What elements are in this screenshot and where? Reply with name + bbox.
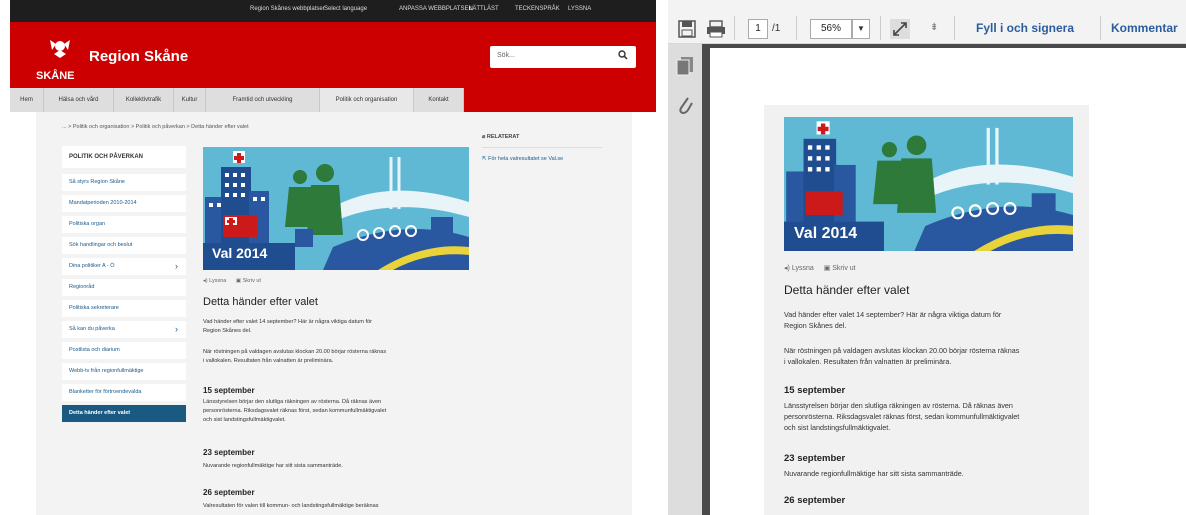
sidebar-item[interactable]: Webb-tv från regionfullmäktige bbox=[62, 363, 186, 380]
print-button[interactable]: Skriv ut bbox=[832, 265, 855, 272]
sidebar-item[interactable]: Så styrs Region Skåne bbox=[62, 174, 186, 191]
article-title: Detta händer efter valet bbox=[203, 296, 318, 308]
attachment-icon[interactable] bbox=[676, 94, 694, 116]
nav-home[interactable]: Hem bbox=[10, 88, 44, 112]
sidebar-item[interactable]: Blanketter för förtroendevalda bbox=[62, 384, 186, 401]
article-tools: ◂) Lyssna ▣ Skriv ut bbox=[784, 264, 856, 272]
article-tools: ◂) Lyssna ▣ Skriv ut bbox=[203, 278, 261, 284]
sidebar-item[interactable]: Politiska organ bbox=[62, 216, 186, 233]
brand-name: Region Skåne bbox=[89, 48, 189, 65]
banner-title: Val 2014 bbox=[794, 225, 858, 242]
related-heading: ⌀ RELATERAT bbox=[482, 134, 602, 148]
sidebar-item[interactable]: Mandatperioden 2010-2014 bbox=[62, 195, 186, 212]
date-text: Valresultaten för valen till kommun- och… bbox=[203, 503, 379, 509]
sidebar-item[interactable]: Dina politiker A - Ö › bbox=[62, 258, 186, 275]
language-select[interactable]: Select language bbox=[324, 6, 367, 12]
search-icon[interactable] bbox=[618, 50, 628, 60]
nav-politics[interactable]: Politik och organisation bbox=[320, 88, 414, 112]
sidebar-item[interactable]: Politiska sekreterare bbox=[62, 300, 186, 317]
date-heading: 23 september bbox=[784, 453, 846, 464]
comment-button[interactable]: Kommentar bbox=[1111, 21, 1178, 35]
sidebar-item[interactable]: Sök handlingar och beslut bbox=[62, 237, 186, 254]
search-placeholder: Sök... bbox=[497, 52, 515, 59]
divider bbox=[734, 16, 735, 40]
date-text: Länsstyrelsen börjar den slutliga räknin… bbox=[784, 401, 1020, 432]
adapt-site-link[interactable]: ANPASSA WEBBPLATSEN bbox=[399, 6, 473, 12]
zoom-dropdown-icon[interactable]: ▼ bbox=[852, 19, 870, 39]
article-body: När röstningen på valdagen avslutas kloc… bbox=[784, 346, 1020, 366]
fit-page-icon[interactable] bbox=[890, 19, 910, 39]
page-total: /1 bbox=[772, 23, 781, 34]
utility-bar: Region Skånes webbplatser Select languag… bbox=[10, 0, 656, 22]
chevron-right-icon[interactable]: › bbox=[175, 321, 178, 338]
zoom-input[interactable]: 56% bbox=[810, 19, 852, 39]
sidebar-heading: POLITIK OCH PÅVERKAN bbox=[62, 146, 186, 168]
listen-button[interactable]: Lyssna bbox=[792, 265, 814, 272]
related-link[interactable]: ⇱ För hela valresultatet se Val.se bbox=[482, 156, 602, 162]
chevron-right-icon[interactable]: › bbox=[175, 258, 178, 275]
content-area: ... > Politik och organisation > Politik… bbox=[36, 112, 632, 515]
more-tools-icon[interactable]: ⇟ bbox=[930, 22, 938, 33]
nav-contact[interactable]: Kontakt bbox=[414, 88, 464, 112]
print-icon[interactable] bbox=[706, 20, 726, 38]
listen-link[interactable]: LYSSNA bbox=[568, 6, 591, 12]
print-icon[interactable]: ▣ bbox=[236, 278, 241, 284]
sidebar-item[interactable]: Regionråd bbox=[62, 279, 186, 296]
article-title: Detta händer efter valet bbox=[784, 283, 910, 297]
sidebar-item[interactable]: Postlista och diarium bbox=[62, 342, 186, 359]
date-heading: 26 september bbox=[784, 495, 846, 506]
related-box: ⌀ RELATERAT ⇱ För hela valresultatet se … bbox=[482, 134, 602, 162]
fill-and-sign-button[interactable]: Fyll i och signera bbox=[976, 21, 1074, 35]
nav-culture[interactable]: Kultur bbox=[174, 88, 206, 112]
pdf-side-panel bbox=[668, 44, 702, 515]
date-heading: 15 september bbox=[203, 386, 255, 395]
date-text: Länsstyrelsen börjar den slutliga räknin… bbox=[203, 399, 387, 423]
date-heading: 23 september bbox=[203, 448, 255, 457]
nav-future[interactable]: Framtid och utveckling bbox=[206, 88, 320, 112]
date-heading: 15 september bbox=[784, 385, 846, 396]
divider bbox=[1100, 16, 1101, 40]
sidebar-item-active[interactable]: Detta händer efter valet bbox=[62, 405, 186, 422]
pdf-toolbar: 1 /1 56% ▼ ⇟ Fyll i och signera Kommenta… bbox=[668, 0, 1186, 44]
banner-title: Val 2014 bbox=[212, 245, 268, 261]
sidebar-item[interactable]: Så kan du påverka › bbox=[62, 321, 186, 338]
sites-link[interactable]: Region Skånes webbplatser bbox=[250, 6, 325, 12]
listen-button[interactable]: Lyssna bbox=[209, 278, 226, 284]
print-icon[interactable]: ▣ bbox=[824, 265, 831, 272]
article-body: När röstningen på valdagen avslutas kloc… bbox=[203, 349, 387, 364]
divider bbox=[796, 16, 797, 40]
article-body: Vad händer efter valet 14 september? Här… bbox=[784, 310, 1002, 330]
nav-transit[interactable]: Kollektivtrafik bbox=[114, 88, 174, 112]
breadcrumb[interactable]: ... > Politik och organisation > Politik… bbox=[62, 124, 249, 130]
pdf-article: Val 2014 ◂) Lyssna ▣ Skriv ut Detta händ… bbox=[764, 105, 1089, 515]
date-heading: 26 september bbox=[203, 488, 255, 497]
page-number-input[interactable]: 1 bbox=[748, 19, 768, 39]
easy-read-link[interactable]: LÄTTLÄST bbox=[469, 6, 499, 12]
search-input[interactable]: Sök... bbox=[490, 46, 636, 68]
sign-language-link[interactable]: TECKENSPRÅK bbox=[515, 6, 560, 12]
nav-health[interactable]: Hälsa och vård bbox=[44, 88, 114, 112]
region-skane-logo-icon[interactable] bbox=[40, 34, 80, 74]
speaker-icon[interactable]: ◂) bbox=[784, 265, 790, 272]
pages-icon[interactable] bbox=[676, 56, 694, 76]
divider bbox=[954, 16, 955, 40]
save-icon[interactable] bbox=[678, 20, 696, 38]
date-text: Nuvarande regionfullmäktige har sitt sis… bbox=[203, 463, 343, 469]
article-body: Vad händer efter valet 14 september? Här… bbox=[203, 319, 373, 334]
main-nav: Hem Hälsa och vård Kollektivtrafik Kultu… bbox=[10, 88, 656, 112]
speaker-icon[interactable]: ◂) bbox=[203, 278, 208, 284]
logo-wordmark: SKÅNE bbox=[36, 70, 75, 82]
print-button[interactable]: Skriv ut bbox=[243, 278, 261, 284]
section-sidebar: POLITIK OCH PÅVERKAN Så styrs Region Skå… bbox=[62, 146, 186, 426]
date-text: Nuvarande regionfullmäktige har sitt sis… bbox=[784, 469, 964, 478]
divider bbox=[880, 16, 881, 40]
website-screenshot: Region Skånes webbplatser Select languag… bbox=[0, 0, 668, 515]
